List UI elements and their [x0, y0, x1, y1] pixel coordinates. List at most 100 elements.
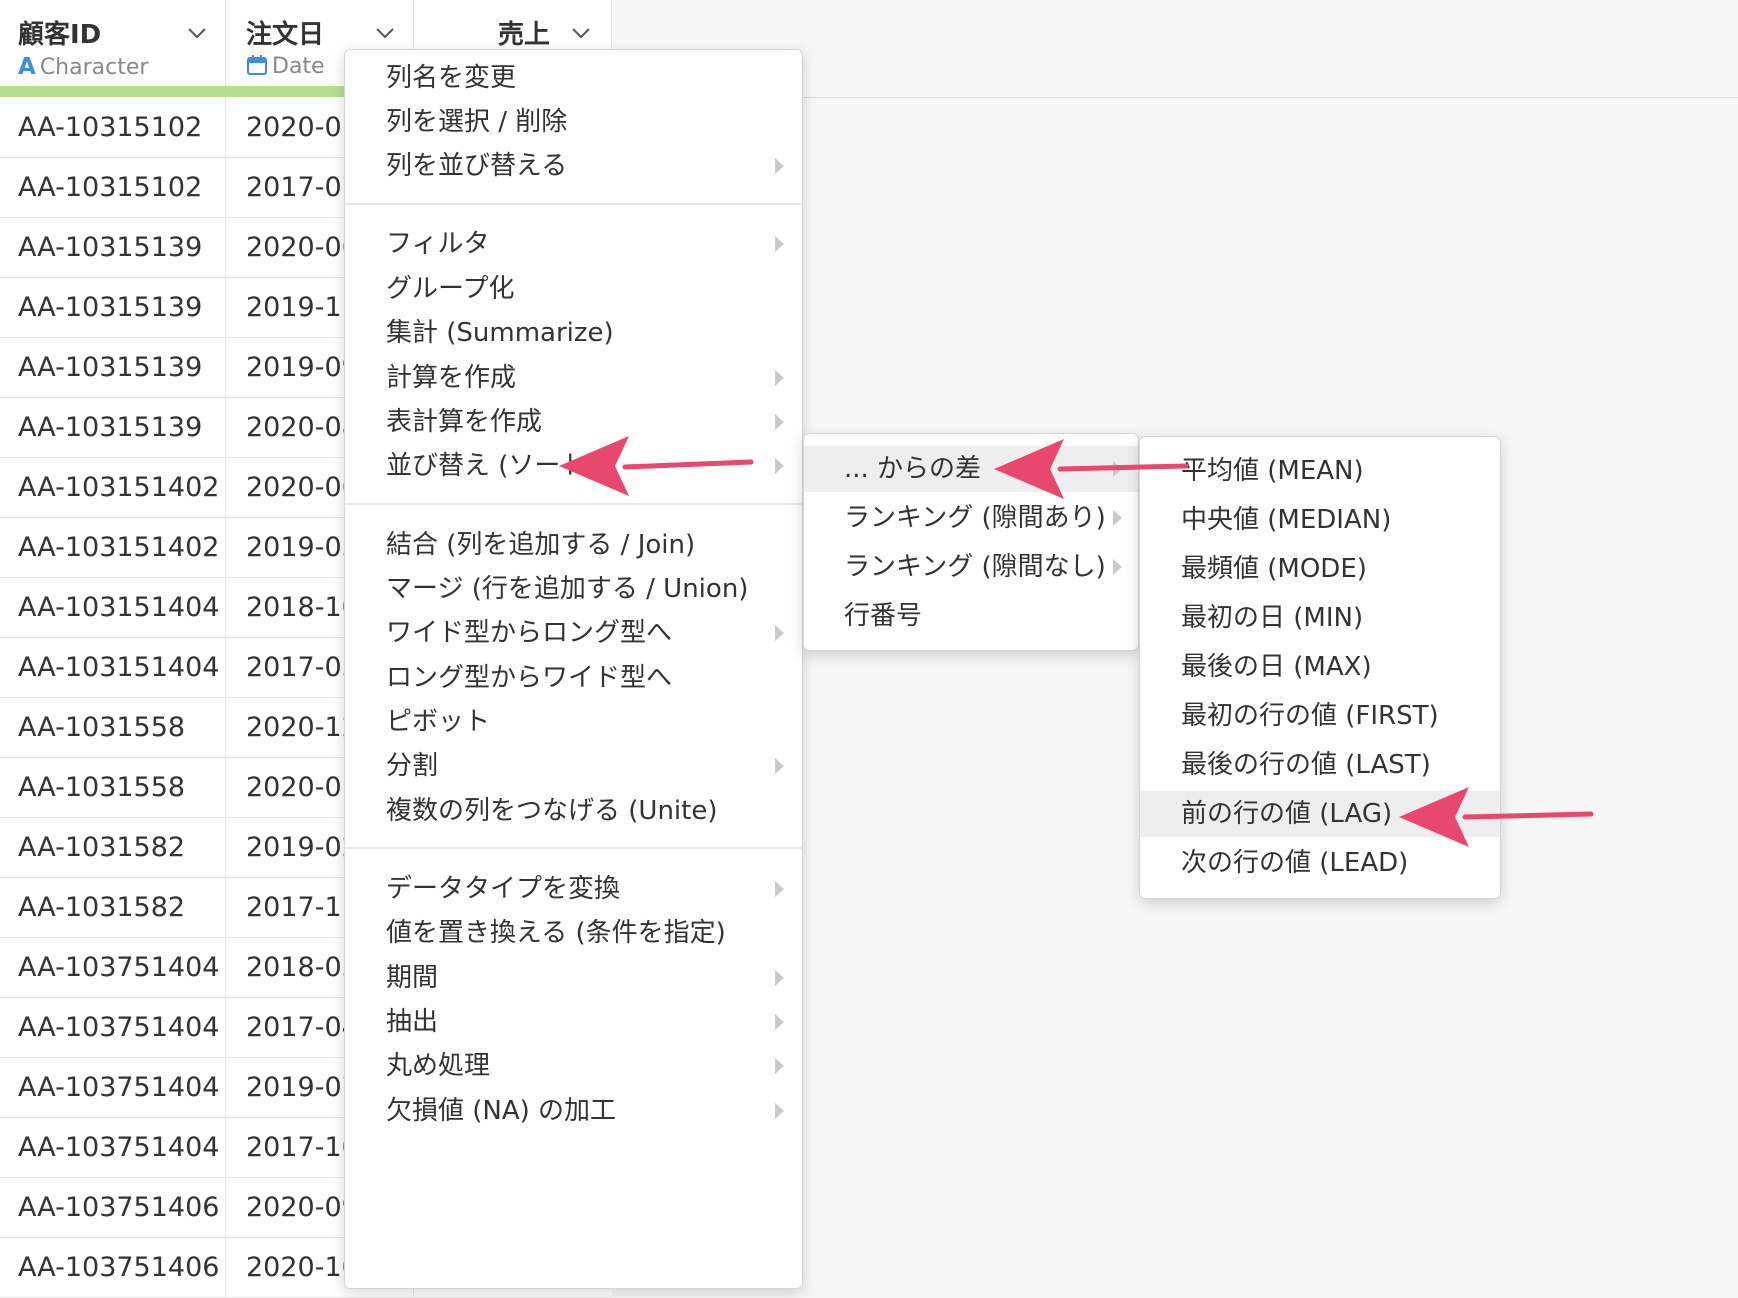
submenu-item[interactable]: 最頻値 (MODE): [1140, 546, 1500, 592]
submenu-item[interactable]: 中央値 (MEDIAN): [1140, 497, 1500, 543]
menu-item-label: 列を並び替える: [386, 151, 568, 181]
annotation-arrow: [559, 436, 754, 496]
submenu-item[interactable]: 平均値 (MEAN): [1140, 448, 1500, 494]
menu-item[interactable]: 分割: [345, 743, 802, 789]
annotation-arrow: [1399, 787, 1594, 847]
chevron-right-icon: [775, 158, 784, 174]
submenu-item-label: 最後の行の値 (LAST): [1181, 750, 1431, 780]
menu-item[interactable]: グループ化: [345, 266, 802, 312]
cell-customer-id[interactable]: AA-10315102: [0, 158, 226, 218]
menu-item-label: 計算を作成: [386, 363, 517, 393]
menu-item[interactable]: 欠損値 (NA) の加工: [345, 1088, 802, 1134]
menu-item[interactable]: 計算を作成: [345, 355, 802, 401]
cell-customer-id[interactable]: AA-1031582: [0, 878, 226, 938]
menu-separator: [345, 503, 802, 505]
cell-customer-id[interactable]: AA-10315139: [0, 338, 226, 398]
submenu-item-label: 前の行の値 (LAG): [1181, 799, 1393, 829]
chevron-right-icon: [775, 1014, 784, 1030]
menu-item-label: 結合 (列を追加する / Join): [386, 530, 696, 560]
menu-separator: [345, 203, 802, 205]
chevron-right-icon: [775, 758, 784, 774]
menu-item-label: 欠損値 (NA) の加工: [386, 1096, 617, 1126]
chevron-right-icon: [775, 458, 784, 474]
cell-customer-id[interactable]: AA-103151402: [0, 518, 226, 578]
menu-item[interactable]: ロング型からワイド型へ: [345, 655, 802, 701]
cell-customer-id[interactable]: AA-103151404: [0, 638, 226, 698]
submenu-item[interactable]: ランキング (隙間なし): [804, 544, 1138, 590]
menu-item[interactable]: データタイプを変換: [345, 866, 802, 912]
cell-customer-id[interactable]: AA-10315139: [0, 218, 226, 278]
submenu-item-label: ランキング (隙間なし): [844, 552, 1106, 582]
chevron-right-icon: [775, 370, 784, 386]
cell-customer-id[interactable]: AA-10315139: [0, 278, 226, 338]
chevron-down-icon[interactable]: [374, 22, 396, 44]
menu-item[interactable]: 期間: [345, 955, 802, 1001]
cell-customer-id[interactable]: AA-103751406: [0, 1238, 226, 1298]
annotation-arrow: [994, 439, 1189, 499]
menu-item-label: データタイプを変換: [386, 874, 621, 904]
cell-customer-id[interactable]: AA-103751404: [0, 1118, 226, 1178]
chevron-right-icon: [1113, 510, 1122, 526]
submenu-item-label: 行番号: [844, 601, 923, 631]
menu-item[interactable]: 抽出: [345, 999, 802, 1045]
cell-customer-id[interactable]: AA-10315139: [0, 398, 226, 458]
cell-customer-id[interactable]: AA-103751404: [0, 1058, 226, 1118]
submenu-item[interactable]: 最初の行の値 (FIRST): [1140, 693, 1500, 739]
menu-item-label: グループ化: [386, 274, 515, 304]
menu-item[interactable]: 丸め処理: [345, 1043, 802, 1089]
chevron-right-icon: [775, 1058, 784, 1074]
cell-customer-id[interactable]: AA-103751406: [0, 1178, 226, 1238]
chevron-down-icon[interactable]: [570, 22, 592, 44]
menu-item[interactable]: ワイド型からロング型へ: [345, 610, 802, 656]
column-name: 注文日: [246, 20, 325, 50]
menu-item[interactable]: 列名を変更: [345, 55, 802, 101]
cell-customer-id[interactable]: AA-1031558: [0, 758, 226, 818]
calendar-icon: [247, 55, 267, 75]
menu-item-label: ワイド型からロング型へ: [386, 618, 673, 648]
submenu-item[interactable]: 最後の日 (MAX): [1140, 644, 1500, 690]
chevron-right-icon: [775, 236, 784, 252]
menu-item-label: 集計 (Summarize): [386, 318, 614, 348]
cell-customer-id[interactable]: AA-103751404: [0, 938, 226, 998]
cell-customer-id[interactable]: AA-1031582: [0, 818, 226, 878]
menu-item[interactable]: マージ (行を追加する / Union): [345, 566, 802, 612]
menu-item[interactable]: 集計 (Summarize): [345, 310, 802, 356]
submenu-item-label: 平均値 (MEAN): [1181, 456, 1364, 486]
menu-item-label: 丸め処理: [386, 1051, 491, 1081]
character-type-icon: A: [18, 54, 36, 80]
cell-customer-id[interactable]: AA-103151404: [0, 578, 226, 638]
chevron-right-icon: [775, 881, 784, 897]
chevron-right-icon: [1113, 559, 1122, 575]
menu-item-label: フィルタ: [386, 229, 490, 259]
submenu-item-label: ... からの差: [844, 454, 982, 484]
cell-customer-id[interactable]: AA-10315102: [0, 98, 226, 158]
submenu-item[interactable]: 最初の日 (MIN): [1140, 595, 1500, 641]
cell-customer-id[interactable]: AA-1031558: [0, 698, 226, 758]
cell-customer-id[interactable]: AA-103751404: [0, 998, 226, 1058]
submenu-item-label: 最頻値 (MODE): [1181, 554, 1367, 584]
menu-item-label: 複数の列をつなげる (Unite): [386, 796, 718, 826]
menu-item[interactable]: 列を並び替える: [345, 143, 802, 189]
submenu-item-label: 最後の日 (MAX): [1181, 652, 1372, 682]
column-header-customer-id[interactable]: 顧客ID A Character: [0, 0, 226, 92]
submenu-item-label: 最初の日 (MIN): [1181, 603, 1364, 633]
submenu-item[interactable]: 行番号: [804, 593, 1138, 639]
menu-item[interactable]: フィルタ: [345, 221, 802, 267]
menu-item[interactable]: 結合 (列を追加する / Join): [345, 522, 802, 568]
chevron-down-icon[interactable]: [186, 22, 208, 44]
menu-item-label: 期間: [386, 963, 439, 993]
cell-customer-id[interactable]: AA-103151402: [0, 458, 226, 518]
submenu-item-label: 中央値 (MEDIAN): [1181, 505, 1392, 535]
submenu-item-label: 最初の行の値 (FIRST): [1181, 701, 1439, 731]
chevron-right-icon: [775, 1103, 784, 1119]
column-name: 顧客ID: [18, 20, 102, 50]
menu-item-label: 列名を変更: [386, 63, 517, 93]
menu-item-label: 抽出: [386, 1007, 439, 1037]
menu-item[interactable]: ピボット: [345, 699, 802, 745]
menu-item-label: 分割: [386, 751, 439, 781]
menu-item[interactable]: 列を選択 / 削除: [345, 99, 802, 145]
menu-item[interactable]: 値を置き換える (条件を指定): [345, 910, 802, 956]
menu-item[interactable]: 複数の列をつなげる (Unite): [345, 788, 802, 834]
column-type-label: Character: [39, 55, 149, 80]
column-type-label: Date: [272, 54, 325, 79]
